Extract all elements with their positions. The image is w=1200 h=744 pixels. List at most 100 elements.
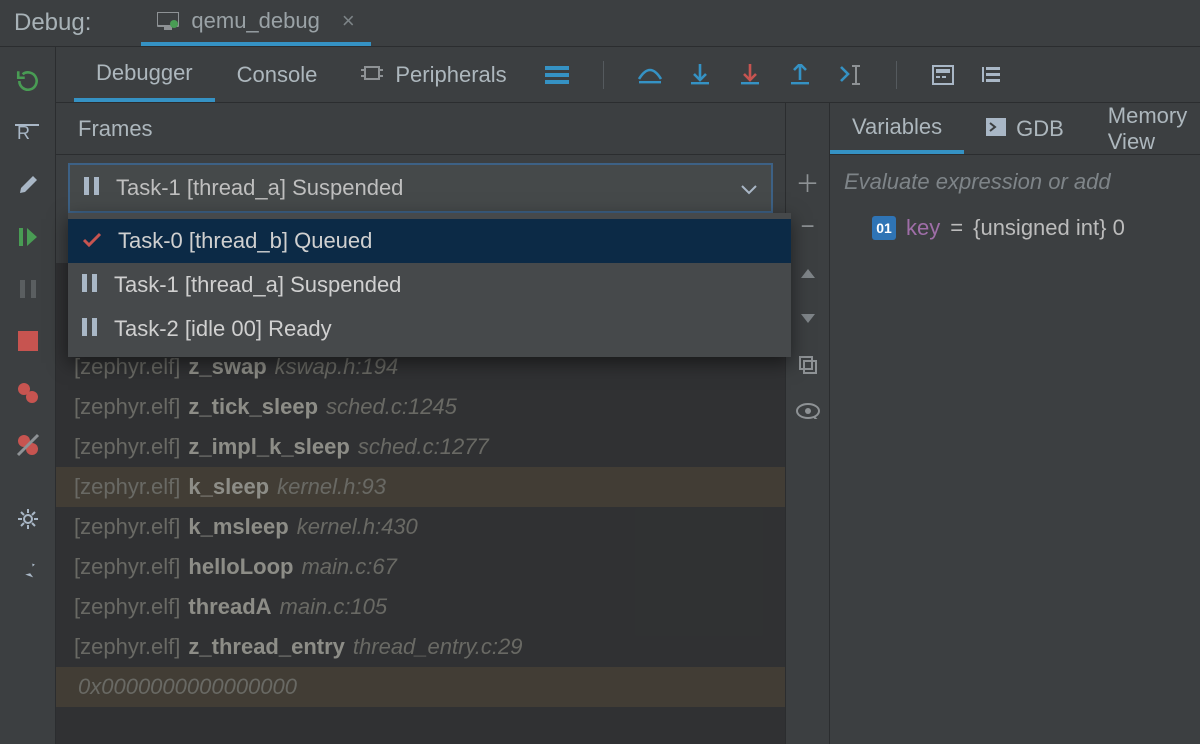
thread-option[interactable]: Task-0 [thread_b] Queued <box>68 219 791 263</box>
frames-panel: Frames Task-1 [thread_a] Suspended Task-… <box>56 103 786 744</box>
frames-header: Frames <box>56 103 785 155</box>
frame-function: threadA <box>188 594 271 620</box>
frame-function: k_sleep <box>188 474 269 500</box>
evaluate-placeholder: Evaluate expression or add <box>844 169 1111 195</box>
frame-module: [zephyr.elf] <box>74 634 180 660</box>
frame-module: [zephyr.elf] <box>74 394 180 420</box>
force-step-into-icon[interactable] <box>736 61 764 89</box>
tab-gdb-label: GDB <box>1016 116 1064 142</box>
step-into-icon[interactable] <box>686 61 714 89</box>
trace-current-stream-chain-icon[interactable] <box>979 61 1007 89</box>
stack-frame[interactable]: [zephyr.elf] k_msleep kernel.h:430 <box>56 507 785 547</box>
variable-row[interactable]: 01 key = {unsigned int} 0 <box>830 209 1200 241</box>
tab-debugger-label: Debugger <box>96 60 193 86</box>
stack-frame[interactable]: [zephyr.elf] z_thread_entry thread_entry… <box>56 627 785 667</box>
step-over-icon[interactable] <box>636 61 664 89</box>
frame-location: kernel.h:430 <box>297 514 418 540</box>
variable-name: key <box>906 215 940 241</box>
frame-location: sched.c:1245 <box>326 394 457 420</box>
tab-peripherals-label: Peripherals <box>395 62 506 88</box>
check-icon <box>82 228 102 254</box>
threads-view-icon[interactable] <box>543 61 571 89</box>
run-to-cursor-icon[interactable] <box>836 61 864 89</box>
frame-location: sched.c:1277 <box>358 434 489 460</box>
run-config-tab[interactable]: qemu_debug × <box>141 0 370 46</box>
debugger-tab-bar: Debugger Console Peripherals <box>56 47 1200 103</box>
remove-watch-button[interactable]: − <box>792 211 824 243</box>
stack-frame[interactable]: [zephyr.elf] k_sleep kernel.h:93 <box>56 467 785 507</box>
chevron-down-icon <box>741 175 757 201</box>
frame-module: [zephyr.elf] <box>74 434 180 460</box>
frame-function: z_swap <box>188 354 266 380</box>
run-config-name: qemu_debug <box>191 8 319 34</box>
tab-console[interactable]: Console <box>215 47 340 102</box>
tab-debugger[interactable]: Debugger <box>74 47 215 102</box>
frame-function: k_msleep <box>188 514 288 540</box>
frame-module: [zephyr.elf] <box>74 474 180 500</box>
frames-side-buttons: ＋ − <box>786 103 830 744</box>
frame-function: z_thread_entry <box>188 634 345 660</box>
frame-function: z_tick_sleep <box>188 394 318 420</box>
svg-text:R: R <box>17 124 30 142</box>
close-icon[interactable]: × <box>342 8 355 34</box>
show-watches-button[interactable] <box>792 395 824 427</box>
frame-module: [zephyr.elf] <box>74 594 180 620</box>
variable-type-badge: 01 <box>872 216 896 240</box>
separator <box>603 61 604 89</box>
stop-button[interactable] <box>8 321 48 361</box>
frame-location: kswap.h:194 <box>275 354 399 380</box>
variable-value: {unsigned int} 0 <box>973 215 1125 241</box>
settings-button[interactable] <box>8 499 48 539</box>
mute-breakpoints-button[interactable] <box>8 425 48 465</box>
variables-tab-bar: Variables GDB Memory View <box>830 103 1200 155</box>
frame-module: [zephyr.elf] <box>74 554 180 580</box>
resume-button[interactable] <box>8 217 48 257</box>
view-breakpoints-button[interactable] <box>8 373 48 413</box>
debugger-side-rail: R <box>0 47 56 744</box>
chip-icon <box>361 62 383 88</box>
frame-location: main.c:67 <box>301 554 396 580</box>
rerun-button[interactable] <box>8 61 48 101</box>
frame-function: z_impl_k_sleep <box>188 434 349 460</box>
new-watch-button[interactable]: ＋ <box>792 165 824 197</box>
move-down-button[interactable] <box>792 303 824 335</box>
equals-sign: = <box>950 215 963 241</box>
thread-option-label: Task-1 [thread_a] Suspended <box>114 272 401 298</box>
step-out-icon[interactable] <box>786 61 814 89</box>
tab-peripherals[interactable]: Peripherals <box>339 47 528 102</box>
tab-gdb[interactable]: GDB <box>964 103 1086 154</box>
modify-run-config-button[interactable] <box>8 165 48 205</box>
thread-option-label: Task-2 [idle 00] Ready <box>114 316 332 342</box>
move-up-button[interactable] <box>792 257 824 289</box>
stack-frame[interactable]: [zephyr.elf] z_tick_sleep sched.c:1245 <box>56 387 785 427</box>
frame-address: 0x0000000000000000 <box>74 674 297 700</box>
debug-toolwindow-header: Debug: qemu_debug × <box>0 0 1200 47</box>
duplicate-watch-button[interactable] <box>792 349 824 381</box>
frame-location: main.c:105 <box>280 594 388 620</box>
variables-panel: Variables GDB Memory View Evaluate expre… <box>830 103 1200 744</box>
frame-location: kernel.h:93 <box>277 474 386 500</box>
evaluate-expression-icon[interactable] <box>929 61 957 89</box>
stack-frame[interactable]: [zephyr.elf] z_impl_k_sleep sched.c:1277 <box>56 427 785 467</box>
tab-memory-view[interactable]: Memory View <box>1086 103 1200 154</box>
pin-button[interactable] <box>8 551 48 591</box>
stack-frame[interactable]: [zephyr.elf] threadA main.c:105 <box>56 587 785 627</box>
console-prompt-icon <box>986 116 1006 142</box>
tab-variables[interactable]: Variables <box>830 103 964 154</box>
thread-selector[interactable]: Task-1 [thread_a] Suspended <box>68 163 773 213</box>
stack-frame[interactable]: 0x0000000000000000 <box>56 667 785 707</box>
pause-button[interactable] <box>8 269 48 309</box>
evaluate-expression-input[interactable]: Evaluate expression or add <box>830 155 1200 209</box>
frame-function: helloLoop <box>188 554 293 580</box>
thread-option[interactable]: Task-2 [idle 00] Ready <box>68 307 791 351</box>
thread-option-label: Task-0 [thread_b] Queued <box>118 228 372 254</box>
thread-dropdown: Task-0 [thread_b] Queued Task-1 [thread_… <box>68 213 791 357</box>
separator <box>896 61 897 89</box>
restart-debugger-button[interactable]: R <box>8 113 48 153</box>
stack-frame[interactable]: [zephyr.elf] helloLoop main.c:67 <box>56 547 785 587</box>
thread-option[interactable]: Task-1 [thread_a] Suspended <box>68 263 791 307</box>
suspended-thread-icon <box>82 272 98 298</box>
frame-module: [zephyr.elf] <box>74 354 180 380</box>
tab-variables-label: Variables <box>852 114 942 140</box>
debug-label: Debug: <box>14 9 91 37</box>
